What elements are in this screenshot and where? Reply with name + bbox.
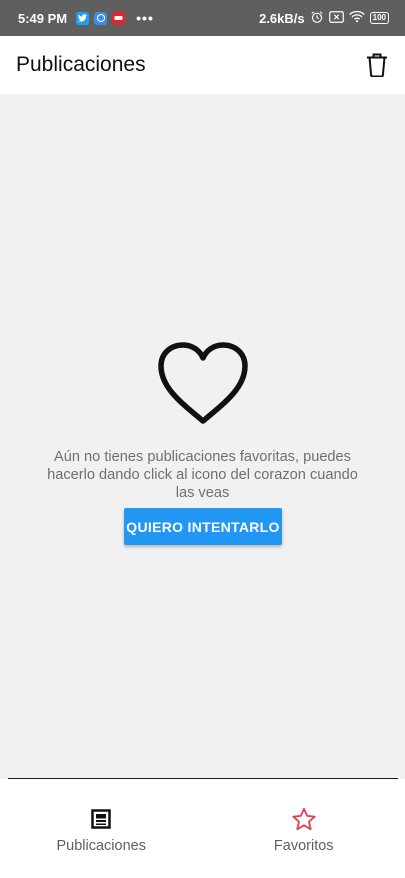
wifi-icon xyxy=(348,10,365,26)
delete-button[interactable] xyxy=(363,51,391,79)
notification-app-icon xyxy=(112,11,126,25)
battery-icon: 100 xyxy=(369,12,389,24)
trash-icon xyxy=(367,53,387,77)
nav-item-publicaciones[interactable]: Publicaciones xyxy=(0,779,203,878)
nav-label-publicaciones: Publicaciones xyxy=(56,838,146,854)
favorites-content: Aún no tienes publicaciones favoritas, p… xyxy=(0,94,405,778)
status-bar: 5:49 PM ••• 2.6kB/s 100 xyxy=(0,0,405,36)
star-icon xyxy=(291,806,317,832)
heart-icon xyxy=(158,342,248,424)
twitter-icon xyxy=(76,11,90,25)
nav-item-favoritos[interactable]: Favoritos xyxy=(203,779,405,878)
network-speed: 2.6kB/s xyxy=(259,10,305,26)
status-left: 5:49 PM ••• xyxy=(18,10,154,26)
empty-state-message: Aún no tienes publicaciones favoritas, p… xyxy=(47,449,358,501)
more-notifications-icon: ••• xyxy=(136,10,154,26)
alarm-icon xyxy=(310,10,324,27)
status-right: 2.6kB/s 100 xyxy=(259,10,389,27)
no-sim-icon xyxy=(328,10,344,26)
try-it-button[interactable]: QUIERO INTENTARLO xyxy=(124,508,282,545)
messenger-icon xyxy=(94,11,108,25)
nav-label-favoritos: Favoritos xyxy=(273,838,334,854)
page-title: Publicaciones xyxy=(16,53,146,76)
bottom-navigation: Publicaciones Favoritos xyxy=(0,779,405,878)
article-icon xyxy=(88,806,114,832)
status-time: 5:49 PM xyxy=(18,10,68,26)
app-bar: Publicaciones xyxy=(0,36,405,94)
